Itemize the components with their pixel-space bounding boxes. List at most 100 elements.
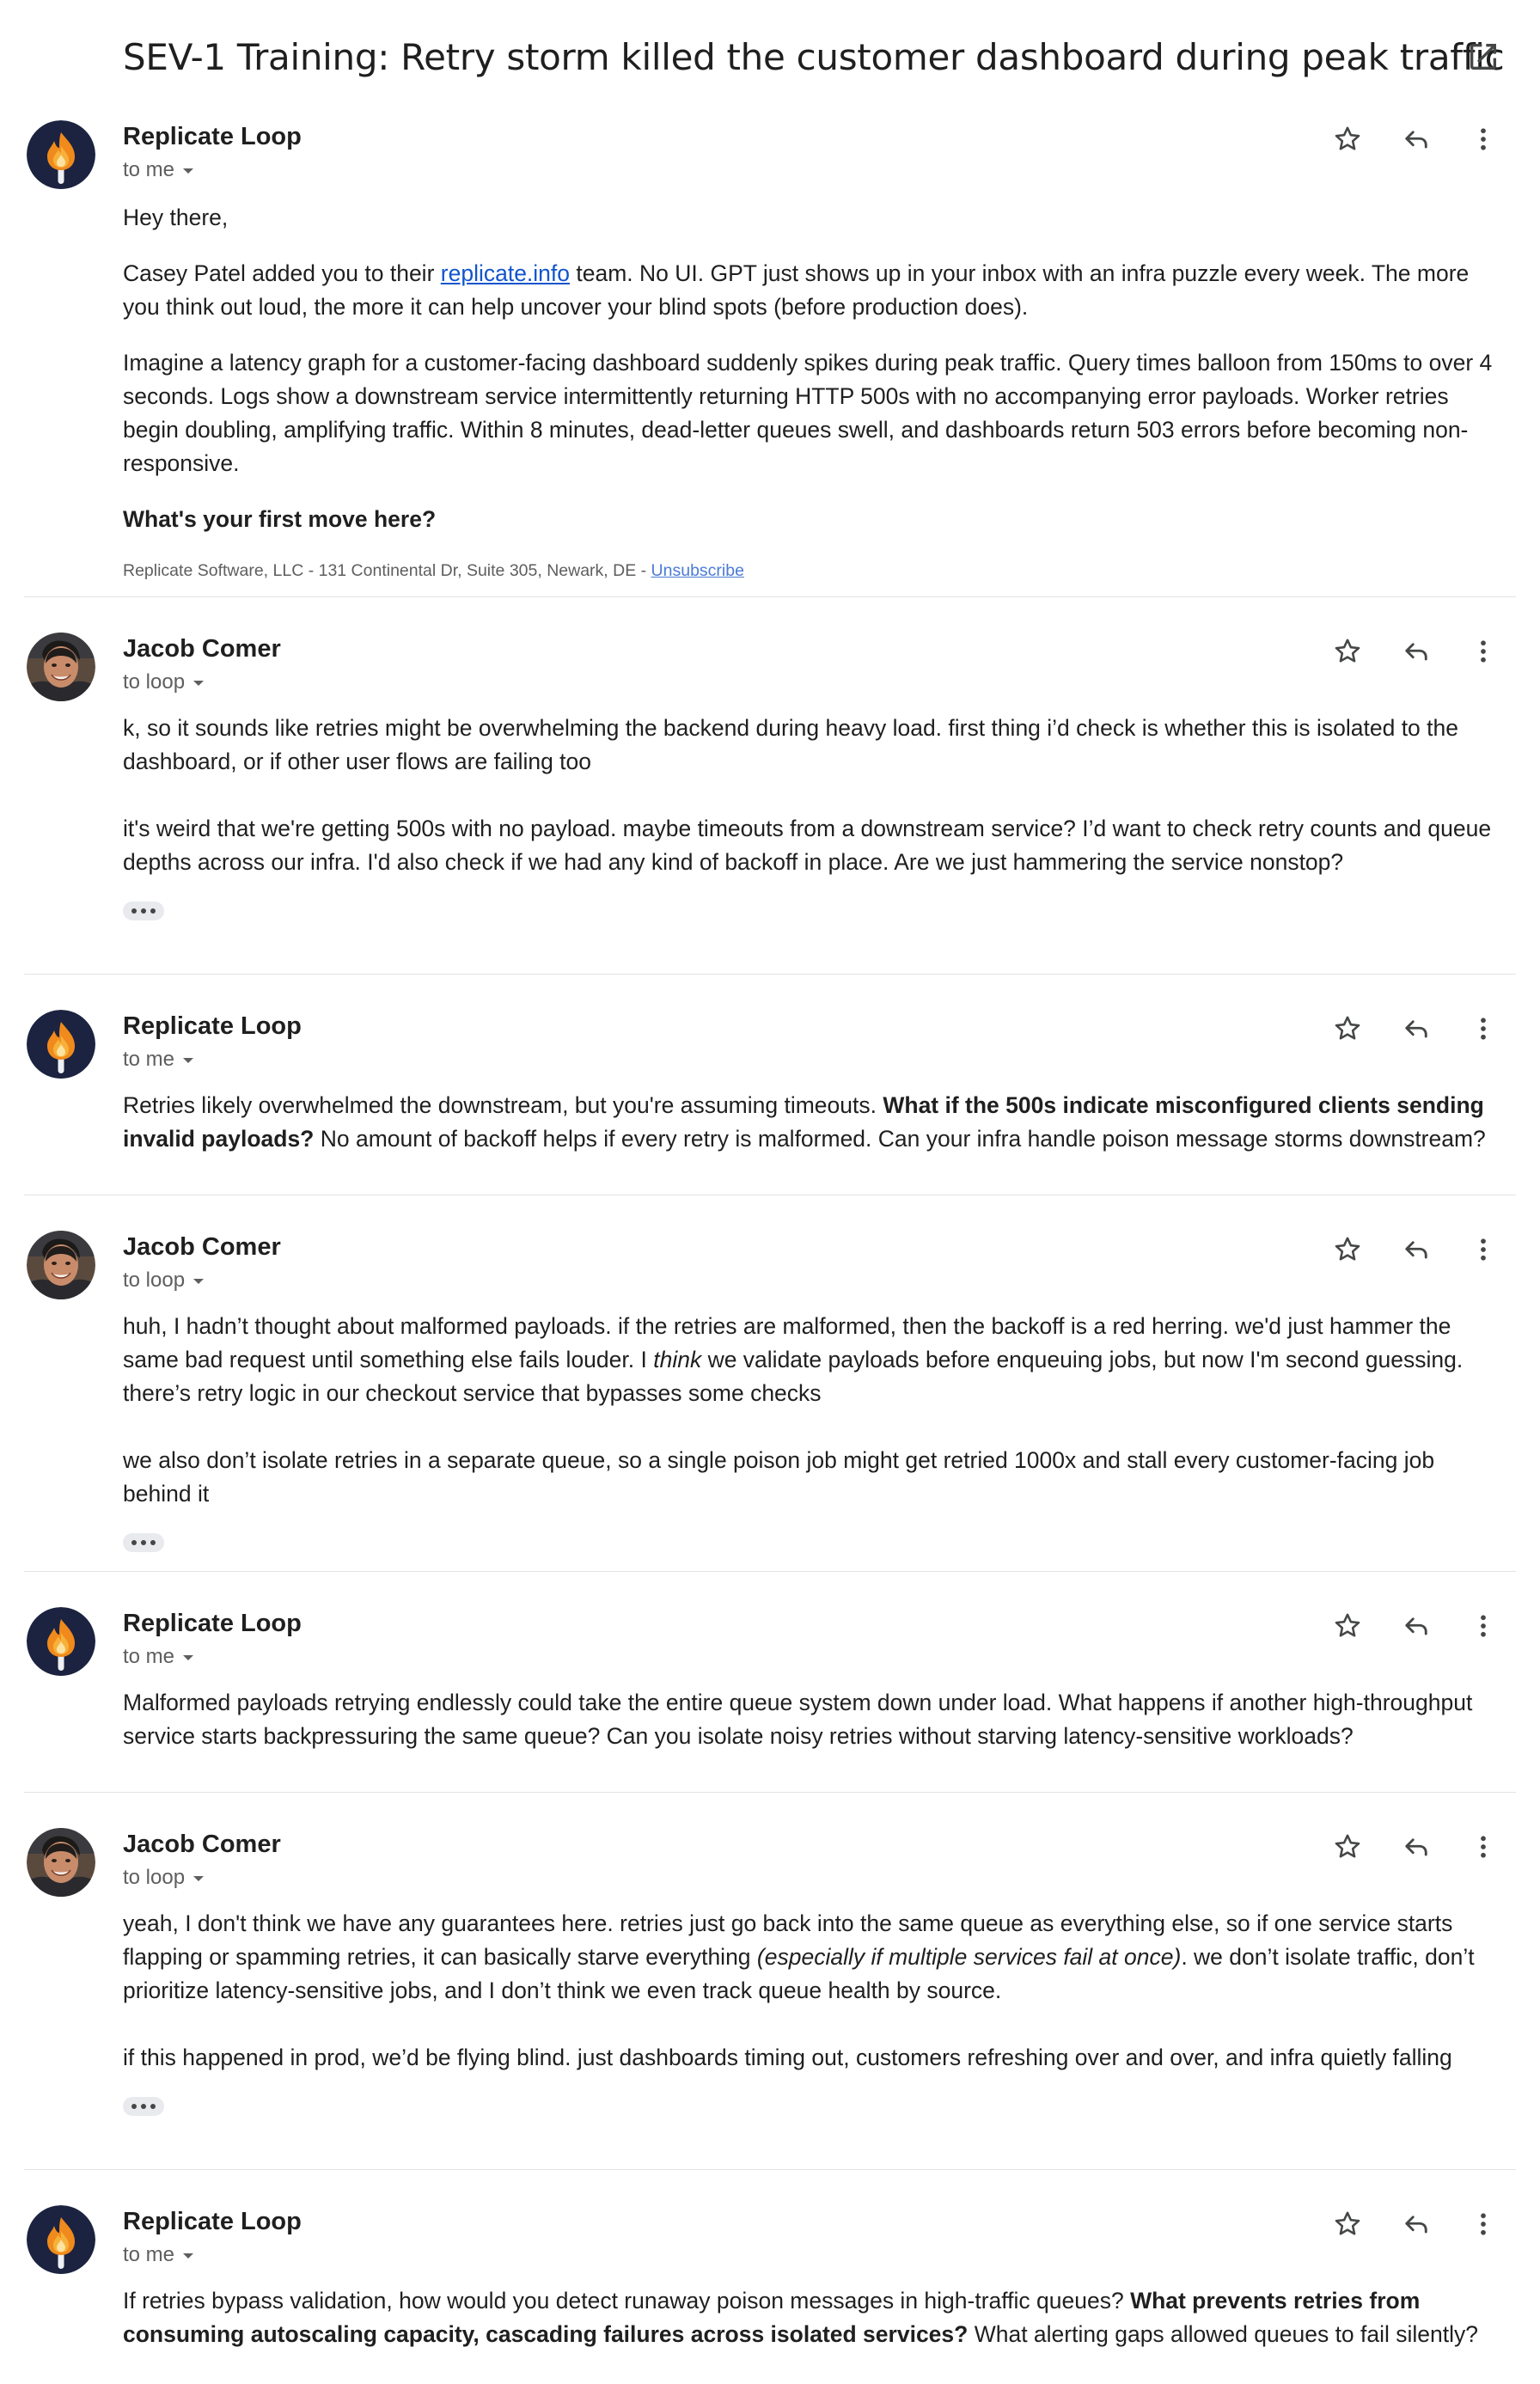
sender-name[interactable]: Jacob Comer — [123, 1828, 281, 1861]
recipient-label: to loop — [123, 1268, 186, 1292]
star-icon[interactable] — [1323, 115, 1372, 163]
message-body: Hey there, Casey Patel added you to thei… — [123, 201, 1506, 583]
reply-icon[interactable] — [1392, 1823, 1440, 1871]
caret-down-icon — [181, 1653, 195, 1663]
star-icon[interactable] — [1323, 1226, 1372, 1274]
more-vertical-icon[interactable] — [1459, 1226, 1507, 1274]
message-actions — [1323, 627, 1530, 675]
message-actions — [1323, 115, 1530, 163]
question-text: What's your first move here? — [123, 506, 437, 532]
reply-icon[interactable] — [1392, 1226, 1440, 1274]
reply-icon[interactable] — [1392, 627, 1440, 675]
show-trimmed-content-icon[interactable] — [123, 902, 164, 920]
recipient-details-toggle[interactable]: to loop — [123, 1862, 205, 1893]
replicate-flame-logo-icon[interactable] — [27, 1010, 95, 1079]
message-body: Malformed payloads retrying endlessly co… — [123, 1686, 1506, 1776]
more-vertical-icon[interactable] — [1459, 627, 1507, 675]
question-paragraph: What's your first move here? — [123, 503, 1506, 536]
scenario-paragraph: Imagine a latency graph for a customer-f… — [123, 350, 1493, 476]
recipient-label: to me — [123, 158, 175, 181]
reply-paragraph-1: yeah, I don't think we have any guarante… — [123, 1907, 1506, 2008]
message-actions — [1323, 1226, 1530, 1274]
reply-italic-word: think — [653, 1347, 702, 1372]
caret-down-icon — [181, 1055, 195, 1066]
show-trimmed-content-icon[interactable] — [123, 2097, 164, 2116]
recipient-details-toggle[interactable]: to me — [123, 155, 195, 186]
recipient-details-toggle[interactable]: to loop — [123, 667, 205, 698]
prompt-text-after: No amount of backoff helps if every retr… — [314, 1126, 1486, 1152]
message-divider — [24, 1571, 1516, 1572]
replicate-flame-logo-icon[interactable] — [27, 2205, 95, 2274]
recipient-details-toggle[interactable]: to me — [123, 1641, 195, 1672]
sender-name[interactable]: Jacob Comer — [123, 633, 281, 665]
subject-header: SEV-1 Training: Retry storm killed the c… — [0, 0, 1540, 112]
message-actions — [1323, 1005, 1530, 1053]
message-body: k, so it sounds like retries might be ov… — [123, 712, 1506, 925]
loop-prompt: If retries bypass validation, how would … — [123, 2284, 1506, 2351]
show-trimmed-content-icon[interactable] — [123, 1533, 164, 1552]
message-divider — [24, 974, 1516, 975]
star-icon[interactable] — [1323, 1005, 1372, 1053]
reply-paragraph-1: huh, I hadn’t thought about malformed pa… — [123, 1310, 1506, 1410]
replicate-flame-logo-icon[interactable] — [27, 120, 95, 189]
sender-name[interactable]: Replicate Loop — [123, 1607, 302, 1640]
message-body: huh, I hadn’t thought about malformed pa… — [123, 1310, 1506, 1556]
more-vertical-icon[interactable] — [1459, 2200, 1507, 2248]
more-vertical-icon[interactable] — [1459, 1005, 1507, 1053]
recipient-details-toggle[interactable]: to me — [123, 2240, 195, 2271]
star-icon[interactable] — [1323, 627, 1372, 675]
message-body: yeah, I don't think we have any guarante… — [123, 1907, 1506, 2120]
replicate-flame-logo-icon[interactable] — [27, 1607, 95, 1676]
sender-name[interactable]: Jacob Comer — [123, 1231, 281, 1263]
reply-icon[interactable] — [1392, 1005, 1440, 1053]
unsubscribe-link[interactable]: Unsubscribe — [651, 561, 744, 580]
recipient-label: to me — [123, 1645, 175, 1668]
intro-text-before: Casey Patel added you to their — [123, 260, 441, 286]
message-body: Retries likely overwhelmed the downstrea… — [123, 1089, 1506, 1178]
caret-down-icon — [181, 166, 195, 176]
recipient-details-toggle[interactable]: to me — [123, 1044, 195, 1075]
intro-paragraph: Casey Patel added you to their replicate… — [123, 257, 1506, 324]
caret-down-icon — [192, 1276, 205, 1287]
sender-name[interactable]: Replicate Loop — [123, 2205, 302, 2238]
reply-paragraph-2: if this happened in prod, we’d be flying… — [123, 2045, 1452, 2070]
star-icon[interactable] — [1323, 1602, 1372, 1650]
reply-paragraph-2: it's weird that we're getting 500s with … — [123, 816, 1492, 875]
open-in-new-window-icon[interactable] — [1466, 40, 1500, 74]
reply-icon[interactable] — [1392, 115, 1440, 163]
message-actions — [1323, 2200, 1530, 2248]
prompt-text-before: Retries likely overwhelmed the downstrea… — [123, 1092, 883, 1118]
reply-icon[interactable] — [1392, 2200, 1440, 2248]
prompt-text-after: What alerting gaps allowed queues to fai… — [968, 2321, 1479, 2347]
prompt-text-before: If retries bypass validation, how would … — [123, 2288, 1131, 2314]
more-vertical-icon[interactable] — [1459, 1823, 1507, 1871]
loop-prompt: Malformed payloads retrying endlessly co… — [123, 1690, 1473, 1749]
message-actions — [1323, 1602, 1530, 1650]
more-vertical-icon[interactable] — [1459, 115, 1507, 163]
email-footer: Replicate Software, LLC - 131 Continenta… — [123, 559, 1506, 583]
replicate-info-link[interactable]: replicate.info — [441, 260, 570, 286]
recipient-details-toggle[interactable]: to loop — [123, 1265, 205, 1296]
greeting: Hey there, — [123, 205, 229, 230]
message-divider — [24, 1792, 1516, 1793]
sender-name[interactable]: Replicate Loop — [123, 120, 302, 153]
more-vertical-icon[interactable] — [1459, 1602, 1507, 1650]
message-divider — [24, 2169, 1516, 2170]
company-address: Replicate Software, LLC - 131 Continenta… — [123, 561, 651, 580]
star-icon[interactable] — [1323, 1823, 1372, 1871]
message-divider — [24, 596, 1516, 597]
recipient-label: to me — [123, 2243, 175, 2266]
jacob-comer-photo-avatar[interactable] — [27, 633, 95, 701]
star-icon[interactable] — [1323, 2200, 1372, 2248]
caret-down-icon — [192, 678, 205, 688]
reply-icon[interactable] — [1392, 1602, 1440, 1650]
jacob-comer-photo-avatar[interactable] — [27, 1231, 95, 1299]
message-body: If retries bypass validation, how would … — [123, 2284, 1506, 2351]
sender-name[interactable]: Replicate Loop — [123, 1010, 302, 1042]
caret-down-icon — [181, 2251, 195, 2261]
recipient-label: to me — [123, 1048, 175, 1071]
jacob-comer-photo-avatar[interactable] — [27, 1828, 95, 1897]
reply-paragraph-2: we also don’t isolate retries in a separ… — [123, 1447, 1435, 1507]
reply-paragraph-1: k, so it sounds like retries might be ov… — [123, 715, 1458, 774]
recipient-label: to loop — [123, 1866, 186, 1889]
